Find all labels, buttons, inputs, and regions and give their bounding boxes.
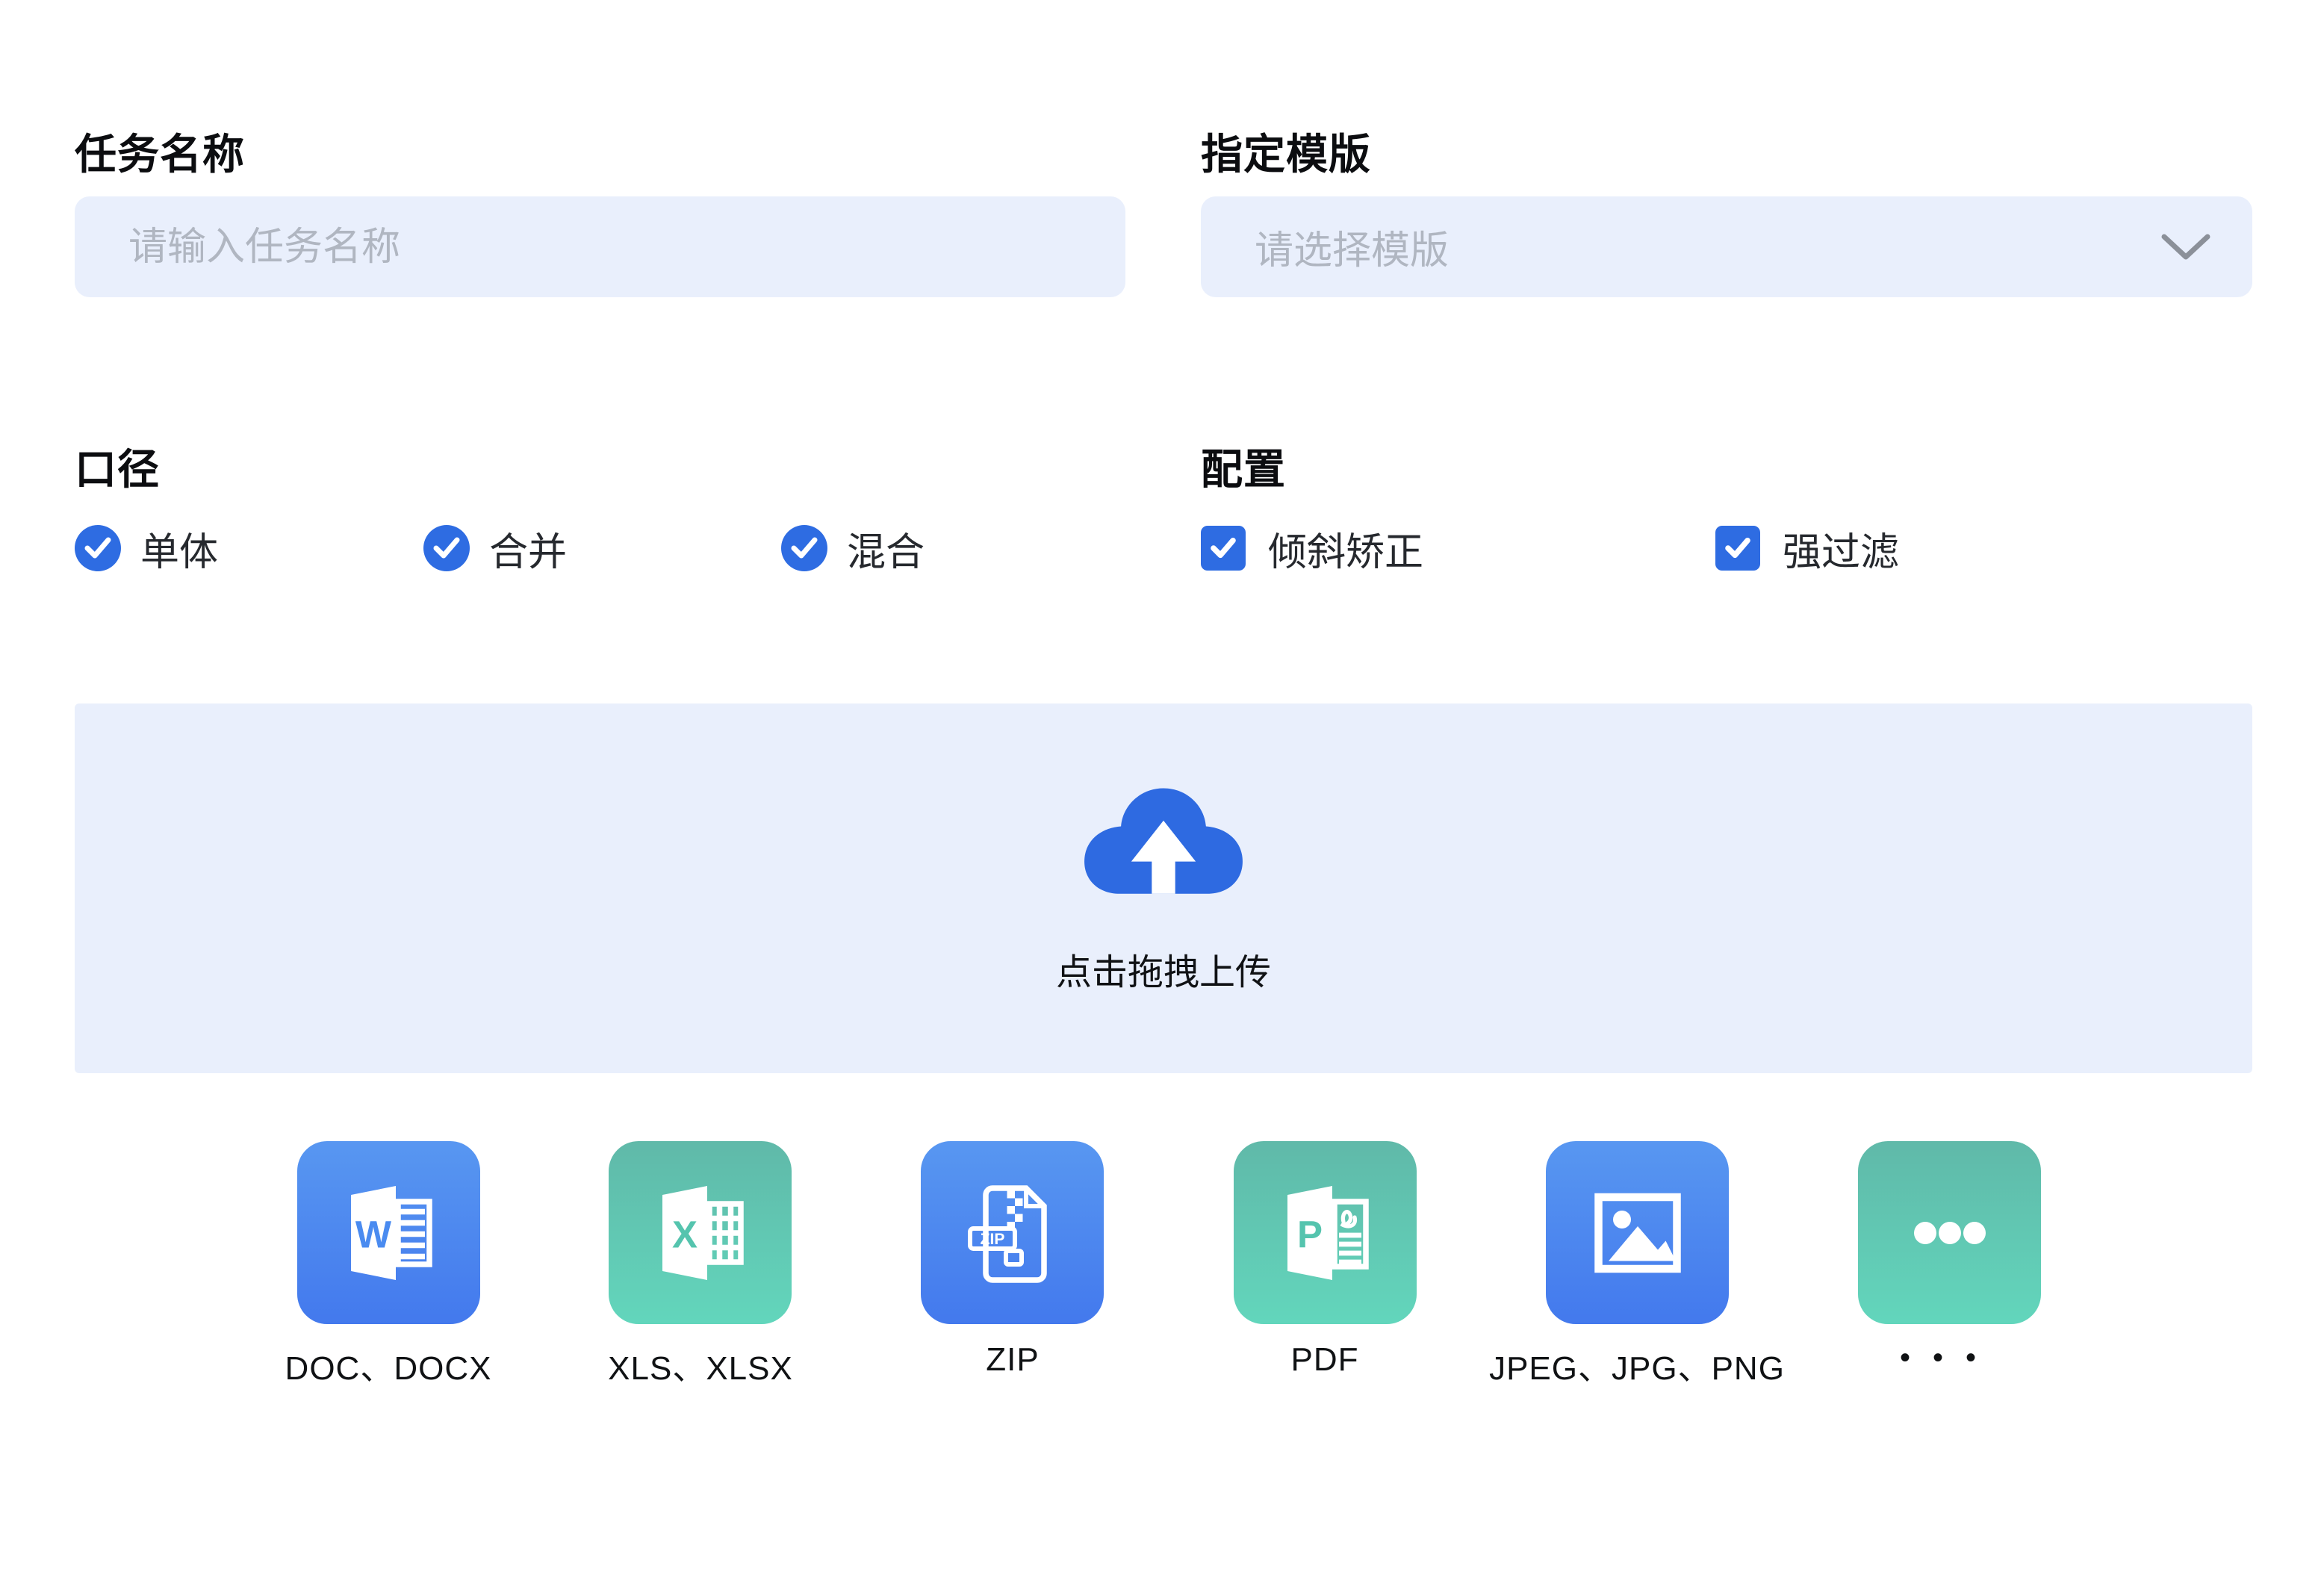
template-select-placeholder: 请选择模版 — [1255, 219, 1449, 275]
file-type-tile-xls: X — [609, 1141, 792, 1324]
caliber-option-merged[interactable]: 合并 — [423, 524, 567, 573]
pdf-icon: P — [1270, 1177, 1382, 1289]
config-option-label: 倾斜矫正 — [1268, 521, 1423, 577]
file-type-tile-image — [1546, 1141, 1729, 1324]
caliber-section-label: 口径 — [75, 436, 160, 497]
config-option-strong-filter[interactable]: 强过滤 — [1715, 524, 1899, 573]
file-type-tile-zip: ZIP — [921, 1141, 1104, 1324]
file-type-label: DOC、DOCX — [285, 1341, 492, 1389]
config-option-deskew[interactable]: 倾斜矫正 — [1201, 524, 1423, 573]
caliber-option-label: 合并 — [489, 521, 567, 577]
task-name-label: 任务名称 — [75, 131, 245, 178]
check-circle-icon[interactable] — [75, 525, 121, 571]
file-type-label: JPEG、JPG、PNG — [1489, 1341, 1785, 1389]
caliber-option-mixed[interactable]: 混合 — [781, 524, 925, 573]
file-type-label: ••• — [1900, 1341, 1998, 1375]
upload-task-form: 任务名称 指定模版 请选择模版 口径 配置 单体 合并 混合 倾斜矫正 — [0, 0, 2324, 1581]
zip-icon: ZIP — [957, 1177, 1069, 1289]
caliber-option-label: 混合 — [847, 521, 925, 577]
checkbox-checked-icon[interactable] — [1715, 526, 1760, 571]
file-type-label: ZIP — [986, 1341, 1039, 1379]
template-select[interactable]: 请选择模版 — [1201, 196, 2252, 297]
svg-text:P: P — [1296, 1213, 1322, 1255]
svg-text:X: X — [671, 1213, 697, 1255]
caliber-option-label: 单体 — [140, 521, 218, 577]
file-type-tile-pdf: P — [1234, 1141, 1417, 1324]
file-type-tile-doc: W — [297, 1141, 480, 1324]
check-circle-icon[interactable] — [423, 525, 470, 571]
image-icon — [1582, 1177, 1694, 1289]
checkbox-checked-icon[interactable] — [1201, 526, 1246, 571]
config-option-label: 强过滤 — [1783, 521, 1899, 577]
task-name-input[interactable] — [75, 196, 1125, 297]
file-type-label: PDF — [1291, 1341, 1359, 1379]
word-icon: W — [333, 1177, 445, 1289]
check-circle-icon[interactable] — [781, 525, 827, 571]
cloud-upload-icon[interactable] — [1075, 771, 1252, 923]
upload-hint-text: 点击拖拽上传 — [1056, 942, 1271, 995]
more-icon — [1894, 1177, 2006, 1289]
config-section-label: 配置 — [1201, 436, 1286, 497]
svg-text:ZIP: ZIP — [980, 1231, 1004, 1248]
chevron-down-icon — [2161, 234, 2210, 261]
file-type-tile-more — [1858, 1141, 2041, 1324]
svg-text:W: W — [355, 1213, 391, 1255]
caliber-option-single[interactable]: 单体 — [75, 524, 218, 573]
excel-icon: X — [644, 1177, 756, 1289]
file-type-label: XLS、XLSX — [608, 1341, 793, 1389]
template-label: 指定模版 — [1201, 131, 1371, 178]
